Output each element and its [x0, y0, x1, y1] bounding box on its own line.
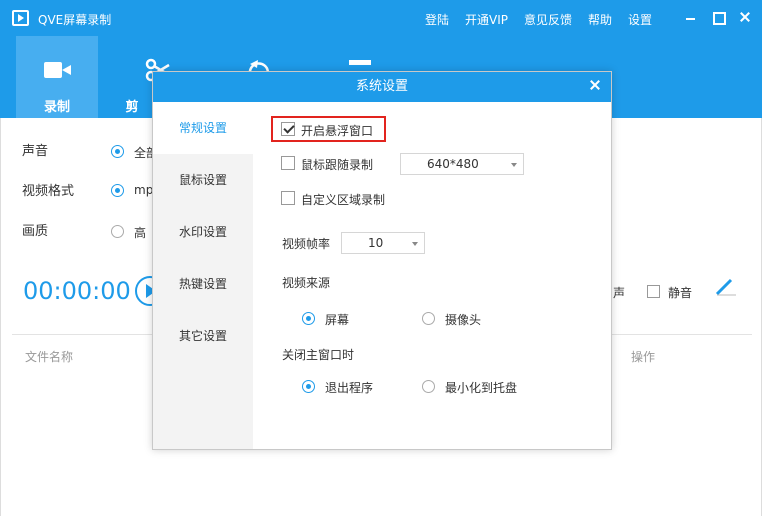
source-screen-radio[interactable] — [302, 312, 315, 325]
record-timer: 00:00:00 — [23, 277, 131, 305]
floating-window-checkbox[interactable] — [281, 122, 295, 136]
audio-label: 声音 — [22, 144, 49, 159]
framerate-label: 视频帧率 — [282, 237, 331, 251]
mouse-follow-label: 鼠标跟随录制 — [301, 158, 374, 172]
framerate-value: 10 — [368, 236, 384, 250]
custom-area-label: 自定义区域录制 — [301, 193, 386, 207]
nav-watermark[interactable]: 水印设置 — [153, 206, 253, 258]
format-label: 视频格式 — [22, 184, 75, 199]
video-source-label: 视频来源 — [282, 276, 331, 290]
format-mp4-radio[interactable] — [111, 184, 124, 197]
on-close-label: 关闭主窗口时 — [282, 348, 355, 362]
dialog-title: 系统设置 — [153, 72, 611, 102]
nav-hotkeys[interactable]: 热键设置 — [153, 258, 253, 310]
close-exit-radio[interactable] — [302, 380, 315, 393]
mouse-follow-size-value: 640*480 — [427, 157, 479, 171]
menu-settings[interactable]: 设置 — [628, 11, 652, 28]
nav-general[interactable]: 常规设置 — [153, 102, 253, 154]
pen-icon[interactable] — [714, 278, 738, 296]
nav-other[interactable]: 其它设置 — [153, 310, 253, 362]
floating-window-label: 开启悬浮窗口 — [301, 124, 374, 138]
column-header-filename: 文件名称 — [25, 350, 74, 364]
close-minimize-label: 最小化到托盘 — [445, 381, 518, 395]
dialog-close-icon[interactable] — [587, 78, 603, 94]
top-menu: 登陆 开通VIP 意见反馈 帮助 设置 — [425, 11, 668, 28]
column-header-actions: 操作 — [631, 350, 656, 364]
mouse-follow-checkbox[interactable] — [281, 156, 295, 170]
quality-label: 画质 — [22, 224, 49, 239]
custom-area-checkbox[interactable] — [281, 191, 295, 205]
chevron-down-icon — [412, 242, 418, 246]
quality-high-radio[interactable] — [111, 225, 124, 238]
source-screen-label: 屏幕 — [325, 313, 350, 327]
app-title: QVE屏幕录制 — [38, 13, 112, 27]
system-sound-label: 声 — [613, 286, 626, 300]
quality-high-label: 高 — [134, 226, 147, 240]
settings-dialog: 系统设置 常规设置 鼠标设置 水印设置 热键设置 其它设置 开启悬浮窗口 鼠标跟… — [152, 71, 612, 450]
mouse-follow-size-select[interactable]: 640*480 — [400, 153, 524, 175]
close-icon[interactable] — [738, 10, 752, 24]
audio-all-radio[interactable] — [111, 145, 124, 158]
nav-mouse[interactable]: 鼠标设置 — [153, 154, 253, 206]
maximize-icon[interactable] — [711, 10, 726, 25]
settings-nav: 常规设置 鼠标设置 水印设置 热键设置 其它设置 — [153, 102, 253, 449]
settings-panel: 开启悬浮窗口 鼠标跟随录制 640*480 自定义区域录制 视频帧率 10 视频… — [253, 102, 611, 449]
video-camera-icon — [44, 58, 71, 82]
menu-vip[interactable]: 开通VIP — [465, 11, 508, 28]
mute-label: 静音 — [668, 286, 693, 300]
source-camera-label: 摄像头 — [445, 313, 482, 327]
menu-help[interactable]: 帮助 — [588, 11, 612, 28]
menu-login[interactable]: 登陆 — [425, 11, 449, 28]
app-logo-icon — [12, 10, 29, 26]
minimize-icon[interactable] — [684, 10, 698, 24]
menu-feedback[interactable]: 意见反馈 — [524, 11, 572, 28]
close-exit-label: 退出程序 — [325, 381, 374, 395]
title-bar: QVE屏幕录制 登陆 开通VIP 意见反馈 帮助 设置 — [0, 0, 762, 36]
framerate-select[interactable]: 10 — [341, 232, 425, 254]
mute-checkbox[interactable] — [647, 285, 660, 298]
close-minimize-radio[interactable] — [422, 380, 435, 393]
source-camera-radio[interactable] — [422, 312, 435, 325]
chevron-down-icon — [511, 163, 517, 167]
